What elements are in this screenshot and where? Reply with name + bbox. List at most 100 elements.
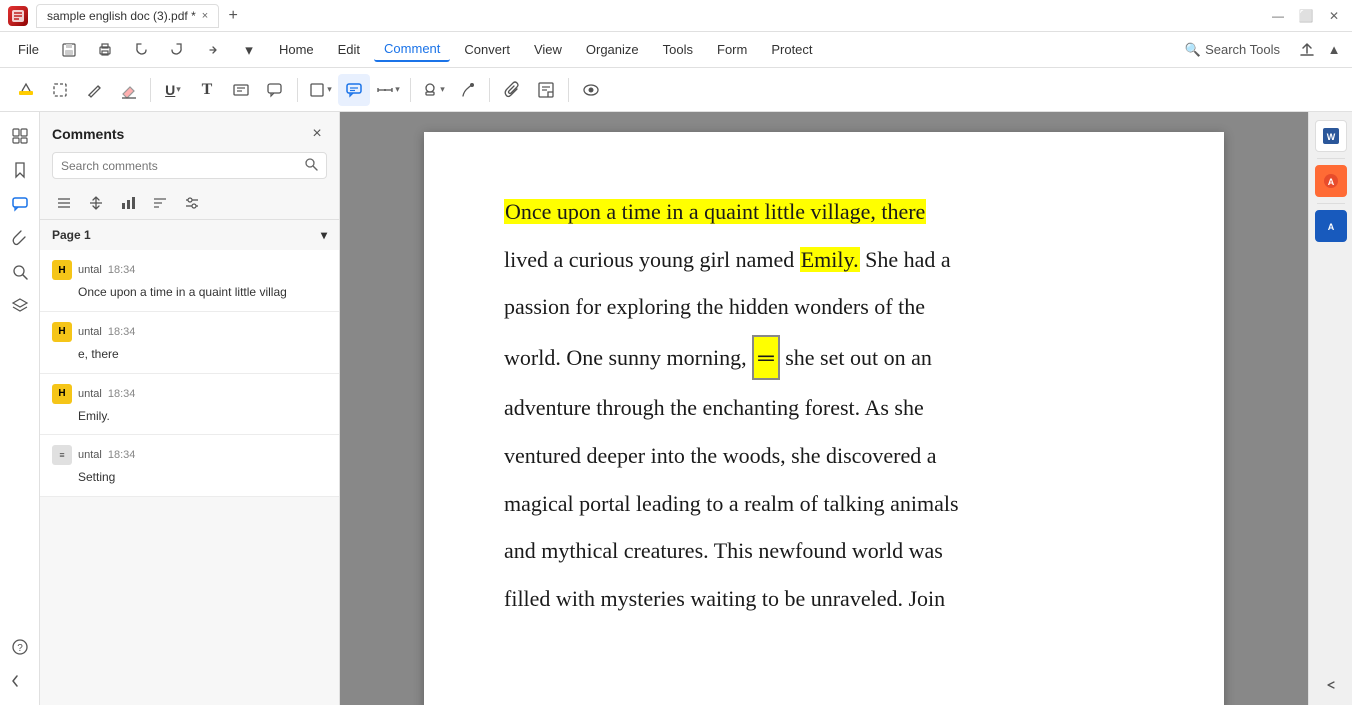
filter-bar-chart-btn[interactable] [148,191,172,215]
menu-undo-btn[interactable] [125,34,157,66]
comment-item-4[interactable]: ≡ untal 18:34 Setting [40,435,339,497]
pdf-area[interactable]: Once upon a time in a quaint little vill… [340,112,1308,705]
restore-btn[interactable]: ⬜ [1296,6,1316,26]
selection-btn[interactable] [44,74,76,106]
menu-share-btn[interactable] [197,34,229,66]
sidebar-help-btn[interactable]: ? [4,631,36,663]
pdf-line-2: lived a curious young girl named Emily. … [504,240,1144,280]
comment-author-2: untal [78,326,102,338]
collapse-btn[interactable]: ▲ [1324,40,1344,60]
menu-convert[interactable]: Convert [454,38,520,61]
filter-options-btn[interactable] [180,191,204,215]
callout-btn[interactable] [259,74,291,106]
highlight-box-icon: ═ [752,335,780,381]
attachment-btn[interactable] [496,74,528,106]
comment-author-4: untal [78,449,102,461]
page-1-label[interactable]: Page 1 ▾ [40,220,339,250]
svg-text:W: W [1326,132,1335,142]
menu-tools[interactable]: Tools [653,38,703,61]
right-separator-1 [1317,158,1345,159]
svg-text:A: A [1327,177,1334,187]
comment-author-1: untal [78,264,102,276]
filter-chart-btn[interactable] [116,191,140,215]
comment-bubble-btn[interactable] [338,74,370,106]
eraser-btn[interactable] [112,74,144,106]
pdf-line-7: magical portal leading to a realm of tal… [504,484,1144,524]
comment-text-1: Once upon a time in a quaint little vill… [52,284,327,301]
shape-btn[interactable]: ▾ [304,74,336,106]
new-tab-btn[interactable]: + [221,4,245,28]
word-plugin-btn[interactable]: W [1315,120,1347,152]
current-tab[interactable]: sample english doc (3).pdf * × [36,4,219,28]
comments-close-btn[interactable]: × [307,124,327,144]
menu-redo-btn[interactable] [161,34,193,66]
comment-item-3[interactable]: H untal 18:34 Emily. [40,374,339,436]
ai-btn-1[interactable]: A [1315,165,1347,197]
menu-more-btn[interactable]: ▾ [233,34,265,66]
comment-time-1: 18:34 [108,264,136,276]
menu-edit[interactable]: Edit [328,38,370,61]
separator-1 [150,78,151,102]
comment-text-3: Emily. [52,408,327,425]
menu-print-btn[interactable] [89,34,121,66]
sidebar-collapse-btn[interactable] [4,665,36,697]
measure-btn[interactable]: ▾ [372,74,404,106]
stamp-btn[interactable]: ▾ [417,74,449,106]
pdf-line-8: and mythical creatures. This newfound wo… [504,531,1144,571]
comment-item-1[interactable]: H untal 18:34 Once upon a time in a quai… [40,250,339,312]
comment-author-3: untal [78,388,102,400]
tab-title: sample english doc (3).pdf * [47,9,196,23]
search-comments-input[interactable] [61,159,304,173]
sticky-note-btn[interactable] [530,74,562,106]
pdf-page: Once upon a time in a quaint little vill… [424,132,1224,705]
menu-file[interactable]: File [8,38,49,61]
menu-save-btn[interactable] [53,34,85,66]
sidebar-search-btn[interactable] [4,256,36,288]
separator-4 [489,78,490,102]
menu-comment[interactable]: Comment [374,37,450,62]
filter-list-btn[interactable] [52,191,76,215]
separator-3 [410,78,411,102]
comment-item-2[interactable]: H untal 18:34 e, there [40,312,339,374]
comments-title: Comments [52,126,124,142]
highlight-btn[interactable] [10,74,42,106]
comment-time-4: 18:34 [108,449,136,461]
menu-view[interactable]: View [524,38,572,61]
search-tools-btn[interactable]: 🔍 Search Tools [1175,38,1290,62]
separator-5 [568,78,569,102]
pdf-line-1: Once upon a time in a quaint little vill… [504,192,1144,232]
sidebar-attachments-btn[interactable] [4,222,36,254]
sidebar-thumbnail-btn[interactable] [4,120,36,152]
sidebar-bookmark-btn[interactable] [4,154,36,186]
text-btn[interactable]: T [191,74,223,106]
pencil-btn[interactable] [78,74,110,106]
pdf-line-3: passion for exploring the hidden wonders… [504,287,1144,327]
textbox-btn[interactable] [225,74,257,106]
pen-btn[interactable] [451,74,483,106]
menu-protect[interactable]: Protect [761,38,822,61]
ai-btn-2[interactable]: A [1315,210,1347,242]
menu-form[interactable]: Form [707,38,757,61]
main-layout: ? Comments × [0,112,1352,705]
tab-close-btn[interactable]: × [202,10,208,22]
menu-organize[interactable]: Organize [576,38,649,61]
comment-avatar-1: H [52,260,72,280]
filter-sort-btn[interactable] [84,191,108,215]
page-label-text: Page 1 [52,228,91,242]
sidebar-comments-btn[interactable] [4,188,36,220]
close-btn[interactable]: ✕ [1324,6,1344,26]
right-expand-btn[interactable] [1319,673,1343,697]
sidebar-layers-btn[interactable] [4,290,36,322]
separator-2 [297,78,298,102]
highlighted-emily: Emily. [800,247,860,272]
comments-list: Page 1 ▾ H untal 18:34 Once upon a time … [40,220,339,705]
pdf-line-5: adventure through the enchanting forest.… [504,388,1144,428]
minimize-btn[interactable]: — [1268,6,1288,26]
comments-header: Comments × [40,112,339,152]
menu-home[interactable]: Home [269,38,324,61]
preview-btn[interactable] [575,74,607,106]
upload-btn[interactable] [1294,37,1320,63]
search-comments-icon[interactable] [304,157,318,174]
underline-btn[interactable]: U ▾ [157,74,189,106]
tab-bar: sample english doc (3).pdf * × + [36,4,1268,28]
